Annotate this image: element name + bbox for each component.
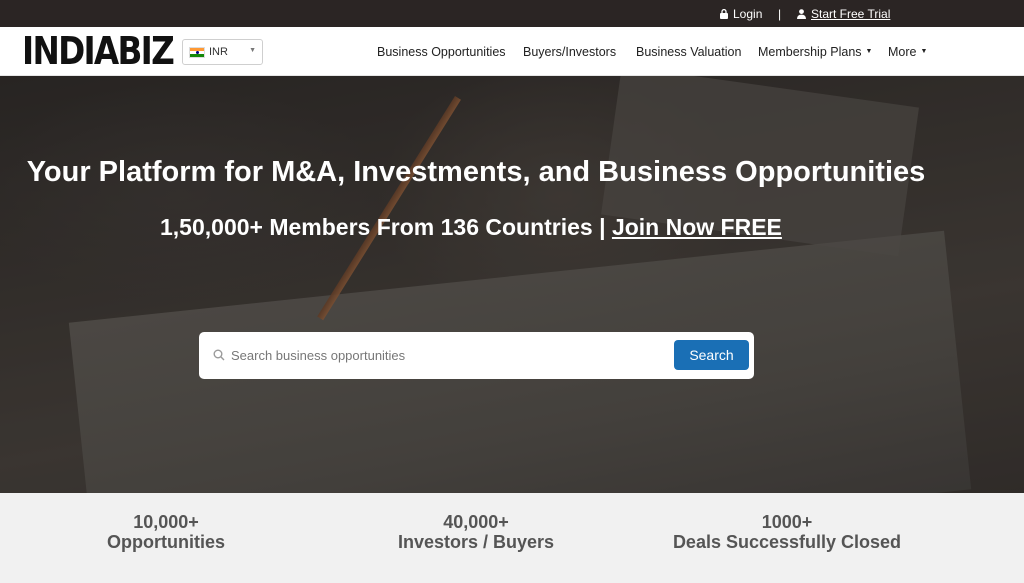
nav-label: Buyers/Investors bbox=[523, 44, 617, 59]
start-free-trial-label: Start Free Trial bbox=[811, 6, 891, 21]
nav-label: Membership Plans bbox=[758, 44, 862, 59]
login-link[interactable]: Login bbox=[720, 0, 762, 27]
nav-label: More bbox=[888, 44, 917, 59]
start-free-trial-link[interactable]: Start Free Trial bbox=[797, 0, 890, 27]
main-navbar: INDIABIZ INR ▼ Business Opportunities Bu… bbox=[0, 27, 1024, 76]
top-utility-bar: Login | Start Free Trial bbox=[0, 0, 1024, 27]
stat-label: Deals Successfully Closed bbox=[672, 532, 902, 552]
currency-value: INR bbox=[209, 46, 228, 58]
stats-strip: 10,000+ Opportunities 40,000+ Investors … bbox=[0, 493, 1024, 583]
members-count-text: 1,50,000+ Members From 136 Countries | bbox=[160, 214, 612, 240]
nav-label: Business Valuation bbox=[636, 44, 742, 59]
caret-down-icon: ▼ bbox=[920, 48, 928, 55]
lock-icon bbox=[720, 8, 728, 19]
currency-selector[interactable]: INR ▼ bbox=[182, 39, 263, 65]
nav-more[interactable]: More ▼ bbox=[888, 27, 927, 76]
nav-business-opportunities[interactable]: Business Opportunities bbox=[377, 27, 506, 76]
search-button[interactable]: Search bbox=[674, 340, 749, 370]
join-now-free-link[interactable]: Join Now FREE bbox=[612, 214, 782, 240]
stat-investors-buyers: 40,000+ Investors / Buyers bbox=[346, 512, 606, 552]
stat-number: 1000+ bbox=[761, 512, 813, 532]
india-flag-icon bbox=[189, 46, 205, 58]
hero-banner: Your Platform for M&A, Investments, and … bbox=[0, 76, 1024, 493]
stat-opportunities: 10,000+ Opportunities bbox=[36, 512, 296, 552]
stat-label: Opportunities bbox=[107, 532, 225, 552]
user-icon bbox=[797, 8, 806, 19]
caret-down-icon: ▼ bbox=[865, 48, 873, 55]
hero-overlay bbox=[0, 76, 1024, 493]
search-input[interactable] bbox=[231, 340, 661, 370]
search-bar: Search bbox=[199, 332, 754, 379]
hero-subtitle: 1,50,000+ Members From 136 Countries | J… bbox=[160, 214, 782, 241]
chevron-down-icon: ▼ bbox=[249, 47, 256, 54]
nav-membership-plans[interactable]: Membership Plans ▼ bbox=[758, 27, 872, 76]
search-icon bbox=[213, 349, 225, 361]
hero-title: Your Platform for M&A, Investments, and … bbox=[26, 156, 926, 188]
topbar-separator: | bbox=[778, 6, 782, 21]
nav-buyers-investors[interactable]: Buyers/Investors bbox=[523, 27, 616, 76]
login-label: Login bbox=[733, 6, 763, 21]
stat-number: 10,000+ bbox=[133, 512, 199, 532]
nav-label: Business Opportunities bbox=[377, 44, 506, 59]
stat-number: 40,000+ bbox=[443, 512, 509, 532]
indiabiz-logo[interactable]: INDIABIZ bbox=[22, 29, 175, 73]
stat-label: Investors / Buyers bbox=[397, 532, 555, 552]
stat-deals-closed: 1000+ Deals Successfully Closed bbox=[657, 512, 917, 552]
nav-business-valuation[interactable]: Business Valuation bbox=[636, 27, 741, 76]
